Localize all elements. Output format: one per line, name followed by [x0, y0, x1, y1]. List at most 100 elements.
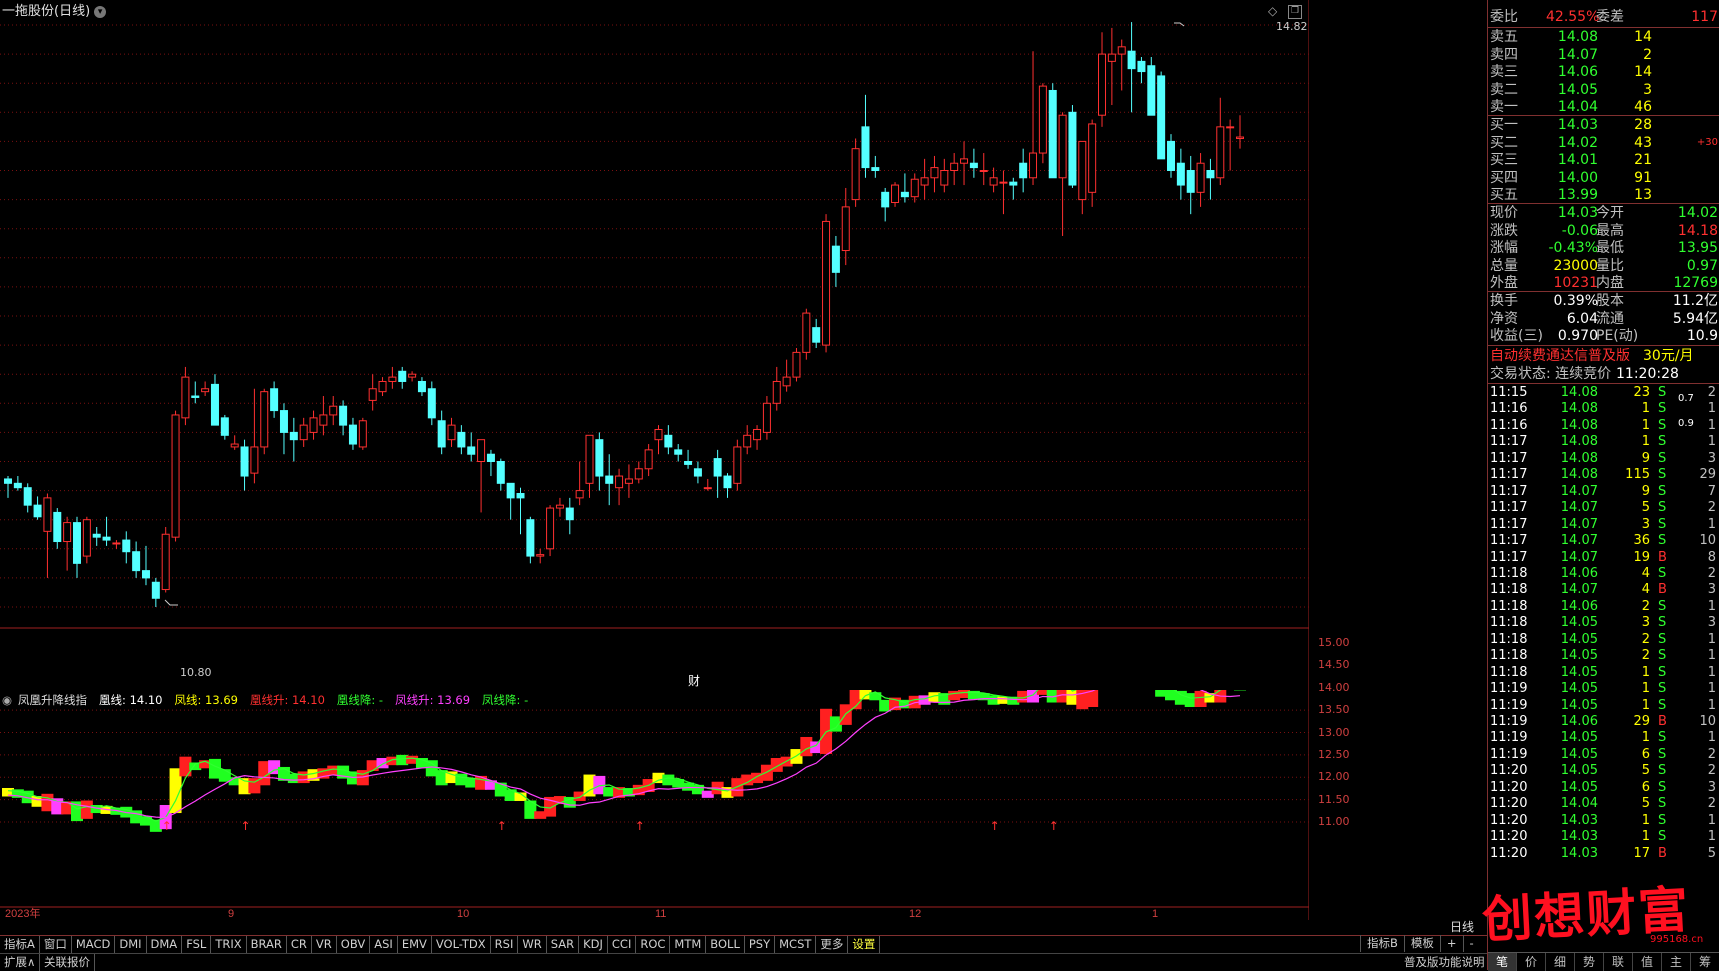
x-axis-label: 12: [909, 908, 921, 920]
tick-price: 14.07: [1548, 532, 1598, 550]
candle-body: [93, 534, 100, 537]
tick-side: S: [1658, 450, 1666, 468]
indicator-tab[interactable]: ASI: [370, 936, 398, 953]
candle-body: [616, 476, 623, 488]
finance-marker[interactable]: 财: [688, 672, 700, 689]
candle-body: [182, 377, 189, 418]
right-tab[interactable]: 模板: [1404, 935, 1440, 952]
indicator-tab[interactable]: 窗口: [40, 936, 72, 953]
tick-price: 14.06: [1548, 713, 1598, 731]
indicator-tab[interactable]: ROC: [636, 936, 670, 953]
indicator-chart[interactable]: ↑↑↑↑↑↑2023年91011121: [0, 690, 1309, 920]
indicator-tab[interactable]: MACD: [72, 936, 115, 953]
help-link[interactable]: 普及版功能说明: [1400, 954, 1490, 971]
candle-body: [34, 505, 41, 517]
quote-tab[interactable]: 筹: [1691, 953, 1719, 971]
diamond-icon[interactable]: ◇: [1268, 4, 1277, 18]
tick-count: 3: [1686, 779, 1716, 797]
indicator-tab[interactable]: OBV: [337, 936, 370, 953]
indicator-tab[interactable]: CCI: [608, 936, 636, 953]
tick-row: 11:1814.062S1: [1488, 598, 1719, 616]
indicator-tab[interactable]: EMV: [398, 936, 432, 953]
right-tab[interactable]: +: [1440, 935, 1463, 952]
candle-body: [310, 418, 317, 433]
tick-time: 11:18: [1490, 598, 1527, 616]
indicator-tab[interactable]: TRIX: [211, 936, 246, 953]
candle-body: [389, 377, 396, 381]
tick-price: 14.08: [1548, 417, 1598, 435]
tick-time: 11:19: [1490, 729, 1527, 747]
quote-tab[interactable]: 细: [1546, 953, 1575, 971]
quote-tab[interactable]: 值: [1633, 953, 1662, 971]
candle-body: [192, 396, 199, 397]
indicator-tab[interactable]: RSI: [491, 936, 519, 953]
indicator-tab[interactable]: BOLL: [706, 936, 745, 953]
quote-tab[interactable]: 笔: [1488, 953, 1517, 971]
window-restore-icon[interactable]: ❐: [1288, 5, 1302, 19]
candle-body: [14, 483, 21, 487]
indicator-tab[interactable]: 更多: [816, 936, 848, 953]
indicator-tab[interactable]: WR: [518, 936, 546, 953]
candle-body: [537, 555, 544, 556]
trade-time: 11:20:28: [1616, 365, 1679, 383]
indicator-tab[interactable]: SAR: [547, 936, 579, 953]
weibi-value: 42.55%: [1546, 8, 1598, 26]
indicator-tab[interactable]: VR: [312, 936, 337, 953]
candle-body: [596, 440, 603, 476]
tick-count: 1: [1686, 697, 1716, 715]
quote-tab[interactable]: 价: [1517, 953, 1546, 971]
stat-row: 现价14.03今开14.02: [1488, 204, 1719, 222]
indicator-tab[interactable]: 指标A: [0, 936, 40, 953]
tick-side: B: [1658, 845, 1667, 863]
candle-body: [359, 421, 366, 447]
collapse-icon[interactable]: ◉: [2, 693, 12, 707]
indicator-tab[interactable]: PSY: [745, 936, 775, 953]
ask-row: 卖一14.0446: [1488, 98, 1719, 116]
indicator-value: 凤线降: -: [482, 693, 528, 707]
quote-text: PE(动): [1596, 327, 1638, 345]
indicator-tab[interactable]: CR: [287, 936, 312, 953]
tick-side: S: [1658, 417, 1666, 435]
quote-tab[interactable]: 主: [1662, 953, 1691, 971]
indicator-y-tick: 11.00: [1318, 815, 1350, 828]
candle-body: [1118, 47, 1125, 54]
indicator-tab[interactable]: VOL-TDX: [432, 936, 491, 953]
candle-body: [931, 168, 938, 178]
indicator-tab[interactable]: BRAR: [247, 936, 287, 953]
indicator-tab[interactable]: DMI: [115, 936, 146, 953]
bid-row: 买四14.0091: [1488, 169, 1719, 187]
quote-tab[interactable]: 联: [1604, 953, 1633, 971]
candle-body: [675, 450, 682, 454]
candle-body: [1207, 171, 1214, 178]
x-axis-label: 11: [655, 908, 666, 920]
quote-tab[interactable]: 势: [1575, 953, 1604, 971]
chevron-down-icon[interactable]: ▾: [94, 6, 106, 18]
candle-body: [744, 435, 751, 447]
ask-volume: 14: [1608, 63, 1652, 81]
quote-text: 流通: [1596, 310, 1624, 328]
indicator-tab[interactable]: MTM: [670, 936, 706, 953]
expand-button[interactable]: 扩展∧: [0, 954, 40, 971]
tick-count: 1: [1686, 598, 1716, 616]
tick-row: 11:1814.064S2: [1488, 565, 1719, 583]
indicator-tab[interactable]: KDJ: [579, 936, 608, 953]
tick-side: S: [1658, 828, 1666, 846]
right-tab[interactable]: 指标B: [1360, 935, 1404, 952]
indicator-tab[interactable]: 设置: [848, 936, 880, 953]
tick-side: S: [1658, 598, 1666, 616]
main-candlestick-chart[interactable]: 14.8014.6014.4014.2014.0013.8013.6013.40…: [0, 0, 1309, 690]
indicator-tab[interactable]: FSL: [182, 936, 211, 953]
indicator-tab[interactable]: DMA: [147, 936, 183, 953]
indicator-tab[interactable]: MCST: [775, 936, 816, 953]
candle-body: [1177, 163, 1184, 185]
candle-body: [251, 447, 258, 473]
tick-volume: 23: [1608, 384, 1650, 402]
tick-price: 14.05: [1548, 614, 1598, 632]
tick-price: 14.05: [1548, 680, 1598, 698]
period-label[interactable]: 日线: [1450, 918, 1474, 935]
quote-text: 买五: [1490, 186, 1518, 204]
right-tab[interactable]: -: [1463, 935, 1480, 952]
tick-price: 14.06: [1548, 565, 1598, 583]
related-quotes-button[interactable]: 关联报价: [40, 954, 95, 971]
tick-time: 11:19: [1490, 697, 1527, 715]
